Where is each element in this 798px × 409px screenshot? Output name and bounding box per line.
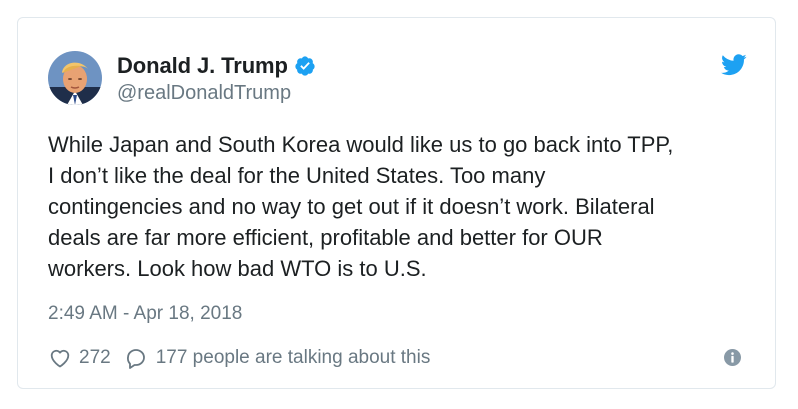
talking-about-link[interactable]: 177 people are talking about this [156, 347, 431, 369]
tweet-actions: 272 177 people are talking about this [48, 345, 430, 371]
like-count[interactable]: 272 [79, 347, 111, 369]
tweet-text: While Japan and South Korea would like u… [48, 132, 674, 281]
display-name[interactable]: Donald J. Trump [117, 53, 288, 79]
info-icon[interactable] [724, 349, 741, 366]
screen-name[interactable]: @realDonaldTrump [117, 82, 291, 105]
tweet-card: Donald J. Trump @realDonaldTrump While J… [17, 17, 776, 389]
avatar[interactable] [48, 51, 102, 105]
reply-bubble-icon[interactable] [124, 346, 148, 370]
twitter-bird-icon[interactable] [721, 54, 747, 76]
tweet-timestamp[interactable]: 2:49 AM - Apr 18, 2018 [48, 303, 242, 325]
verified-badge-icon [294, 55, 316, 77]
author-name-row[interactable]: Donald J. Trump [117, 52, 316, 80]
heart-icon[interactable] [48, 346, 72, 370]
avatar-image [48, 51, 102, 105]
